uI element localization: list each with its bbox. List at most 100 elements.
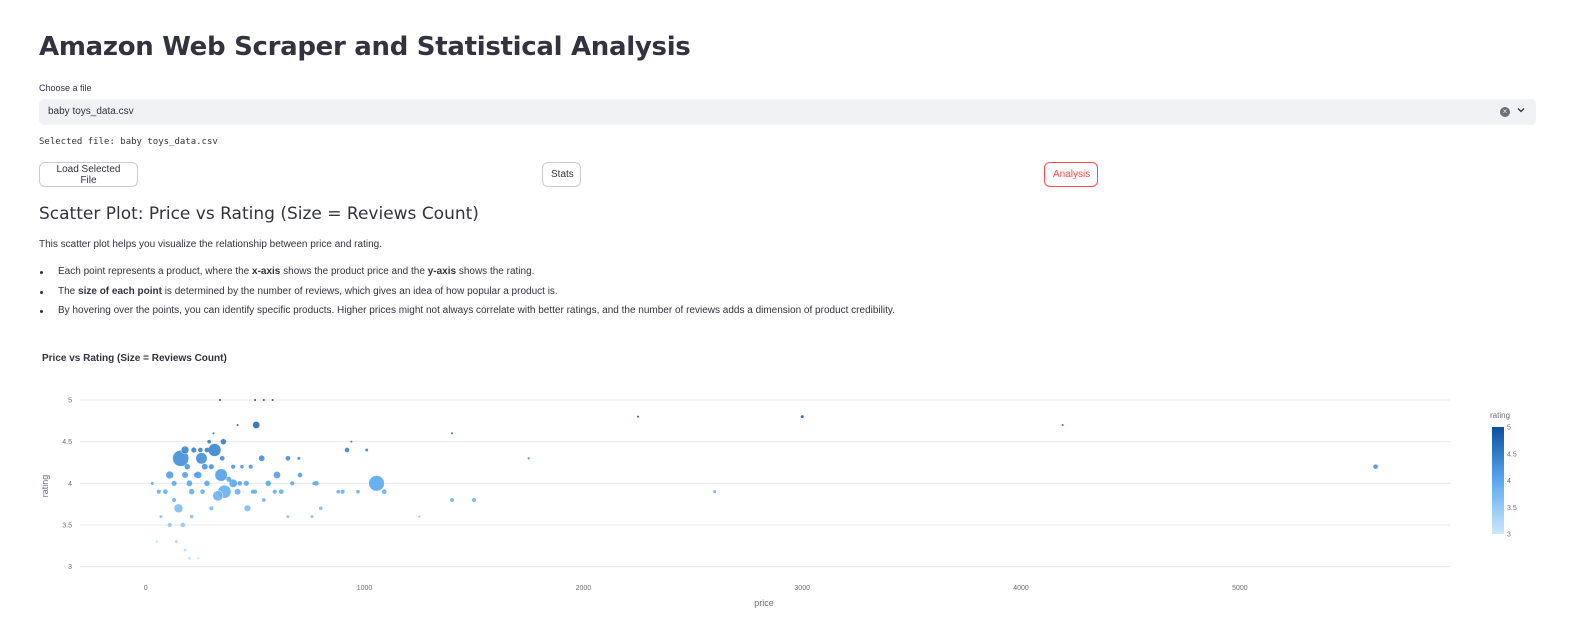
scatter-point[interactable] <box>265 480 271 487</box>
scatter-point[interactable] <box>272 489 277 494</box>
scatter-point[interactable] <box>344 447 350 453</box>
scatter-point[interactable] <box>155 540 158 543</box>
scatter-point[interactable] <box>187 556 191 560</box>
scatter-point[interactable] <box>226 476 232 482</box>
selected-file-text: Selected file: baby toys_data.csv <box>39 137 218 147</box>
scatter-point[interactable] <box>209 506 214 511</box>
load-file-button[interactable]: Load Selected File <box>39 162 138 187</box>
scatter-point[interactable] <box>204 447 210 453</box>
scatter-point[interactable] <box>180 522 186 528</box>
scatter-point[interactable] <box>193 472 199 478</box>
scatter-point[interactable] <box>172 497 177 503</box>
scatter-point[interactable] <box>800 415 804 419</box>
scatter-point[interactable] <box>285 455 291 461</box>
colorbar-title: rating <box>1490 411 1510 420</box>
scatter-point[interactable] <box>365 448 369 452</box>
clear-icon[interactable]: × <box>1500 107 1510 117</box>
y-tick-label: 3 <box>68 564 72 571</box>
scatter-point[interactable] <box>174 540 178 544</box>
scatter-point[interactable] <box>207 443 222 457</box>
scatter-point[interactable] <box>173 503 184 514</box>
scatter-point[interactable] <box>527 457 530 460</box>
scatter-point[interactable] <box>236 423 239 427</box>
scatter-point[interactable] <box>198 447 203 453</box>
scatter-point[interactable] <box>207 439 211 444</box>
scatter-point[interactable] <box>637 415 640 418</box>
scatter-point[interactable] <box>150 481 154 485</box>
scatter-point[interactable] <box>297 456 301 460</box>
scatter-point[interactable] <box>201 463 208 470</box>
scatter-point[interactable] <box>713 490 717 494</box>
scatter-point[interactable] <box>165 470 174 480</box>
scatter-chart[interactable]: 3 3.5 4 4.5 5 0 1000 2000 3000 4000 5000 price rat… <box>0 340 1574 620</box>
scatter-point[interactable] <box>231 464 236 469</box>
scatter-point[interactable] <box>297 472 303 478</box>
scatter-point[interactable] <box>212 490 224 502</box>
scatter-point[interactable] <box>312 481 316 486</box>
scatter-point[interactable] <box>1373 464 1378 470</box>
scatter-point[interactable] <box>248 464 253 469</box>
scatter-point[interactable] <box>183 548 187 552</box>
file-select[interactable]: baby toys_data.csv × <box>39 99 1536 125</box>
scatter-point[interactable] <box>180 445 190 455</box>
scatter-point[interactable] <box>381 489 387 495</box>
scatter-point[interactable] <box>171 480 177 486</box>
scatter-point[interactable] <box>471 497 477 503</box>
scatter-point[interactable] <box>336 489 341 494</box>
section-heading: Scatter Plot: Price vs Rating (Size = Re… <box>39 204 479 224</box>
scatter-point[interactable] <box>252 421 261 429</box>
x-tick-label: 1000 <box>357 585 373 592</box>
scatter-point[interactable] <box>156 489 161 494</box>
colorbar-tick-label: 4 <box>1507 478 1511 485</box>
scatter-point[interactable] <box>356 489 360 494</box>
scatter-point[interactable] <box>197 557 200 560</box>
scatter-point[interactable] <box>318 506 323 511</box>
scatter-point[interactable] <box>200 489 205 495</box>
y-axis-title: rating <box>40 475 50 498</box>
scatter-point[interactable] <box>273 471 281 479</box>
scatter-point[interactable] <box>350 440 353 443</box>
scatter-point[interactable] <box>167 522 172 528</box>
chevron-down-icon[interactable] <box>1516 105 1526 115</box>
scatter-point[interactable] <box>290 481 295 486</box>
scatter-point[interactable] <box>243 504 251 512</box>
scatter-point[interactable] <box>1061 423 1064 427</box>
scatter-point[interactable] <box>163 489 168 495</box>
scatter-point[interactable] <box>286 515 290 519</box>
scatter-point[interactable] <box>340 489 345 494</box>
scatter-point[interactable] <box>278 489 284 495</box>
scatter-point[interactable] <box>182 472 189 478</box>
scatter-point[interactable] <box>212 432 215 435</box>
scatter-point[interactable] <box>159 515 163 519</box>
scatter-point[interactable] <box>219 398 222 402</box>
scatter-point[interactable] <box>240 464 244 469</box>
scatter-point[interactable] <box>208 464 214 470</box>
scatter-point[interactable] <box>271 398 274 402</box>
scatter-point[interactable] <box>186 479 193 487</box>
scatter-point[interactable] <box>237 480 243 486</box>
scatter-point[interactable] <box>450 432 454 435</box>
bullet-item: The size of each point is determined by … <box>39 285 895 305</box>
scatter-point[interactable] <box>189 514 194 519</box>
scatter-point[interactable] <box>449 497 455 503</box>
scatter-point[interactable] <box>262 398 265 402</box>
scatter-point[interactable] <box>258 454 266 462</box>
analysis-button[interactable]: Analysis <box>1044 162 1098 187</box>
scatter-point[interactable] <box>214 468 228 482</box>
scatter-point[interactable] <box>254 398 257 402</box>
scatter-point[interactable] <box>220 438 227 445</box>
scatter-point[interactable] <box>219 455 225 461</box>
scatter-point[interactable] <box>368 475 385 492</box>
scatter-point[interactable] <box>191 447 197 453</box>
scatter-point[interactable] <box>418 515 421 518</box>
scatter-point[interactable] <box>262 498 266 502</box>
scatter-point[interactable] <box>243 480 249 486</box>
scatter-point[interactable] <box>188 488 195 495</box>
scatter-point[interactable] <box>250 489 255 494</box>
scatter-point[interactable] <box>204 480 210 487</box>
stats-button[interactable]: Stats <box>542 162 581 187</box>
scatter-point[interactable] <box>184 463 191 470</box>
scatter-point[interactable] <box>234 488 241 495</box>
scatter-point[interactable] <box>310 515 314 519</box>
scatter-point[interactable] <box>195 452 208 465</box>
